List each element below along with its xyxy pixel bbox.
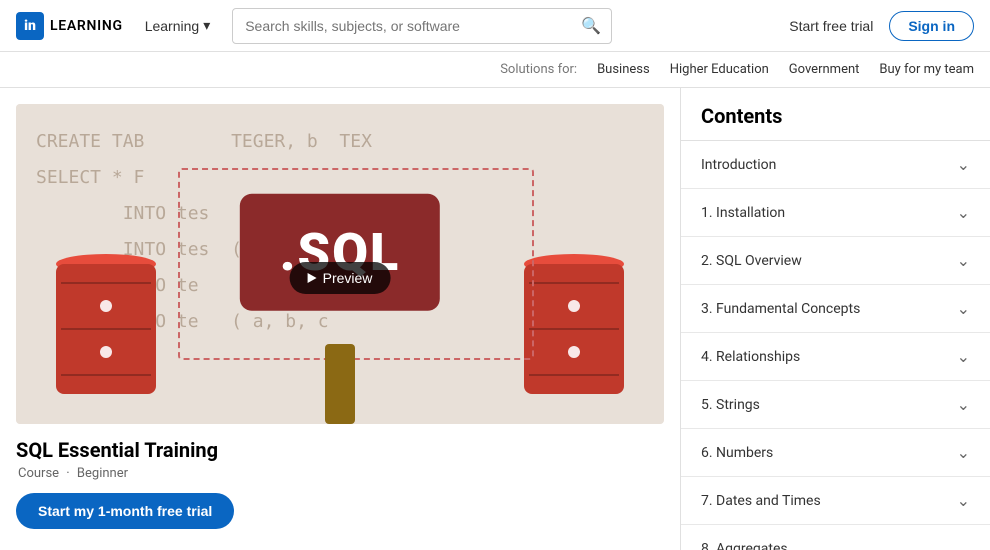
course-illustration: CREATE TAB TEGER, b TEX SELECT * F INTO … [16, 104, 664, 424]
contents-item-label: Introduction [701, 157, 776, 173]
chevron-icon: ⌄ [957, 155, 970, 174]
search-button[interactable]: 🔍 [571, 9, 611, 43]
contents-item[interactable]: Introduction ⌄ [681, 141, 990, 189]
course-image: CREATE TAB TEGER, b TEX SELECT * F INTO … [16, 104, 664, 424]
contents-item-label: 8. Aggregates [701, 541, 788, 550]
course-meta: Course · Beginner [16, 466, 664, 481]
contents-item[interactable]: 6. Numbers ⌄ [681, 429, 990, 477]
contents-header: Contents [681, 88, 990, 140]
preview-label: Preview [323, 270, 373, 286]
arm [325, 344, 355, 424]
sub-nav: Solutions for: Business Higher Education… [0, 52, 990, 88]
contents-item[interactable]: 5. Strings ⌄ [681, 381, 990, 429]
buy-for-team-link[interactable]: Buy for my team [879, 62, 974, 77]
search-bar: 🔍 [232, 8, 612, 44]
learning-label: LEARNING [50, 18, 123, 34]
search-icon: 🔍 [581, 18, 601, 35]
start-free-trial-button[interactable]: Start free trial [789, 18, 873, 34]
contents-item[interactable]: 7. Dates and Times ⌄ [681, 477, 990, 525]
chevron-icon: ⌄ [957, 491, 970, 510]
main-content: CREATE TAB TEGER, b TEX SELECT * F INTO … [0, 88, 990, 550]
course-info: SQL Essential Training Course · Beginner… [16, 424, 664, 529]
contents-item-label: 5. Strings [701, 397, 760, 413]
contents-item-label: 1. Installation [701, 205, 785, 221]
right-panel: Contents Introduction⌄1. Installation⌄2.… [680, 88, 990, 550]
nav-dropdown-label: Learning [145, 18, 200, 34]
contents-item-label: 6. Numbers [701, 445, 773, 461]
header: in LEARNING Learning ▾ 🔍 Start free tria… [0, 0, 990, 88]
chevron-icon: ⌄ [957, 539, 970, 550]
course-type: Course [18, 466, 59, 481]
cta-button[interactable]: Start my 1-month free trial [16, 493, 234, 529]
higher-education-link[interactable]: Higher Education [670, 62, 769, 77]
barrel-left [56, 254, 156, 384]
contents-item[interactable]: 1. Installation ⌄ [681, 189, 990, 237]
linkedin-logo: in [16, 12, 44, 40]
contents-item[interactable]: 3. Fundamental Concepts ⌄ [681, 285, 990, 333]
chevron-icon: ⌄ [957, 347, 970, 366]
contents-item[interactable]: 2. SQL Overview ⌄ [681, 237, 990, 285]
meta-separator: · [66, 466, 73, 481]
contents-item-label: 3. Fundamental Concepts [701, 301, 860, 317]
contents-item-label: 7. Dates and Times [701, 493, 821, 509]
chevron-down-icon: ▾ [203, 17, 210, 34]
hand-illustration [325, 344, 355, 424]
government-link[interactable]: Government [789, 62, 860, 77]
barrel-right [524, 254, 624, 384]
logo-area: in LEARNING [16, 12, 123, 40]
left-panel: CREATE TAB TEGER, b TEX SELECT * F INTO … [0, 88, 680, 550]
sign-in-button[interactable]: Sign in [889, 11, 974, 41]
chevron-icon: ⌄ [957, 395, 970, 414]
header-right: Start free trial Sign in [789, 11, 974, 41]
contents-item-label: 4. Relationships [701, 349, 800, 365]
chevron-icon: ⌄ [957, 251, 970, 270]
course-level: Beginner [77, 466, 128, 481]
chevron-icon: ⌄ [957, 203, 970, 222]
contents-item[interactable]: 8. Aggregates ⌄ [681, 525, 990, 550]
search-input[interactable] [233, 11, 571, 41]
course-title: SQL Essential Training [16, 438, 664, 462]
preview-button[interactable]: Preview [290, 262, 391, 294]
solutions-label: Solutions for: [500, 62, 577, 77]
business-link[interactable]: Business [597, 62, 650, 77]
play-icon [308, 273, 317, 283]
contents-item-label: 2. SQL Overview [701, 253, 802, 269]
learning-nav-dropdown[interactable]: Learning ▾ [135, 11, 221, 40]
chevron-icon: ⌄ [957, 299, 970, 318]
contents-item[interactable]: 4. Relationships ⌄ [681, 333, 990, 381]
chevron-icon: ⌄ [957, 443, 970, 462]
contents-list: Introduction⌄1. Installation⌄2. SQL Over… [681, 140, 990, 550]
